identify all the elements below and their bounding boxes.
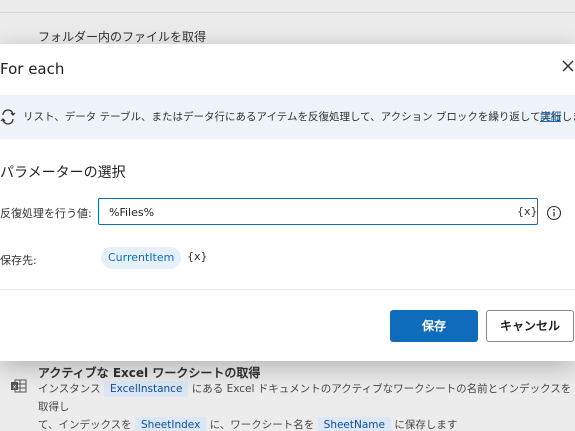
iterate-value-text: %Files% [109,206,155,219]
excel-sheet-icon: x [11,379,27,393]
loop-icon [0,109,16,125]
footer-divider [0,289,575,290]
section-title: パラメーターの選択 [0,165,126,181]
save-button[interactable]: 保存 [390,310,478,342]
desc-text: に保存します [394,419,458,431]
background-action-area: フォルダー内のファイルを取得 [0,0,575,45]
background-action-title[interactable]: フォルダー内のファイルを取得 [38,28,206,45]
iterate-value-label: 反復処理を行う値: [0,207,92,220]
variable-picker-button[interactable]: {x} [517,205,538,218]
for-each-dialog: For each リスト、データ テーブル、またはデータ行にあるアイテムを反復処… [0,44,575,361]
details-link[interactable]: 詳細 [540,109,561,124]
current-item-variable-chip[interactable]: CurrentItem [101,247,182,269]
info-icon[interactable] [546,205,562,221]
dialog-title: For each [0,60,65,78]
desc-text: て、インデックスを [38,419,132,431]
desc-text: インスタンス [38,383,101,395]
variable-chip-index: SheetIndex [135,417,207,431]
variable-chip-instance: ExcelInstance [103,381,189,397]
variable-picker-button-store[interactable]: {x} [187,250,208,263]
background-divider [0,12,575,13]
svg-text:x: x [13,384,17,391]
background-action-description: インスタンス ExcelInstance にある Excel ドキュメントのアク… [38,380,575,431]
store-to-label: 保存先: [0,254,37,267]
background-action-title-excel: アクティブな Excel ワークシートの取得 [38,366,261,380]
iterate-value-input[interactable]: %Files% {x} [98,198,538,225]
banner-description: リスト、データ テーブル、またはデータ行にあるアイテムを反復処理して、アクション… [23,111,575,123]
close-icon[interactable] [560,58,575,74]
background-action-item[interactable]: x アクティブな Excel ワークシートの取得 インスタンス ExcelIns… [0,360,575,431]
info-banner: リスト、データ テーブル、またはデータ行にあるアイテムを反復処理して、アクション… [0,95,575,139]
cancel-button[interactable]: キャンセル [486,310,574,342]
desc-text: に、ワークシート名を [209,419,315,431]
variable-chip-name: SheetName [317,417,391,431]
